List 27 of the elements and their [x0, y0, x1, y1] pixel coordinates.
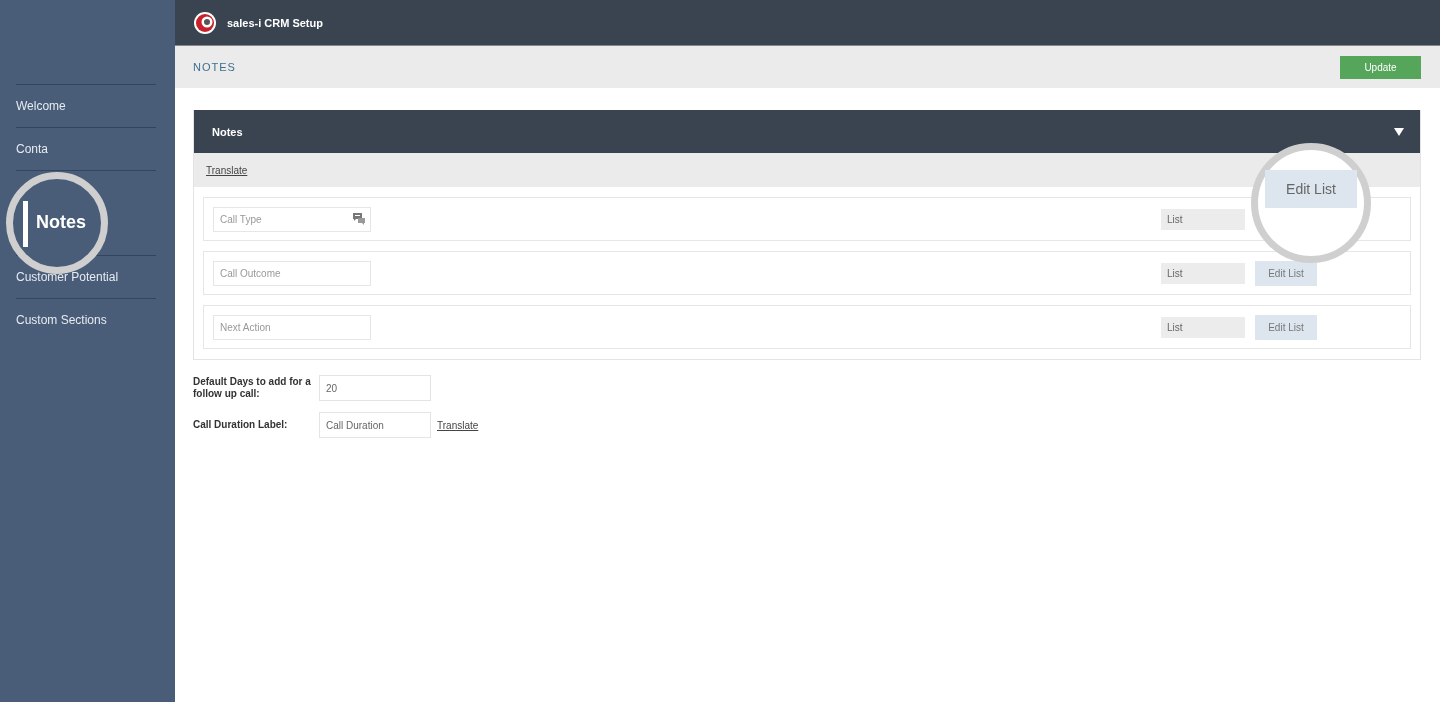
sidebar-item[interactable]: Conta [16, 142, 49, 156]
text-field[interactable]: Call Duration [319, 412, 431, 438]
edit-list-button[interactable]: Edit List [1255, 260, 1317, 286]
edit-list-button[interactable]: Edit List [1255, 314, 1317, 340]
text-field[interactable]: 20 [319, 375, 431, 401]
field-label: Call Duration Label: [193, 419, 289, 431]
text-field[interactable]: Call Outcome [213, 260, 371, 286]
translate-link[interactable]: Translate [437, 419, 479, 431]
type-field: List [1161, 316, 1245, 338]
collapse-icon[interactable] [1394, 127, 1404, 136]
logo-icon [193, 10, 217, 35]
sidebar-item[interactable]: Welcome [16, 99, 66, 113]
field-label: Default Days to add for a follow up call: [193, 376, 312, 400]
sidebar-item[interactable]: Custom Sections [16, 313, 107, 327]
translate-link[interactable]: Translate [206, 164, 248, 176]
app-title: sales-i CRM Setup [227, 16, 323, 29]
speech-bubble-icon[interactable] [353, 212, 365, 225]
sidebar-item[interactable]: Customer Potential [16, 270, 119, 284]
type-field: List [1161, 262, 1245, 284]
text-field[interactable]: Call Type [213, 206, 371, 232]
page-title: NOTES [193, 61, 236, 73]
update-button[interactable]: Update [1340, 55, 1421, 79]
panel-title: Notes [212, 125, 243, 138]
type-field: List [1161, 208, 1245, 230]
edit-list-button[interactable]: Edit List [1265, 170, 1357, 208]
text-field[interactable]: Next Action [213, 314, 371, 340]
sidebar-item[interactable]: Notes [36, 212, 86, 233]
